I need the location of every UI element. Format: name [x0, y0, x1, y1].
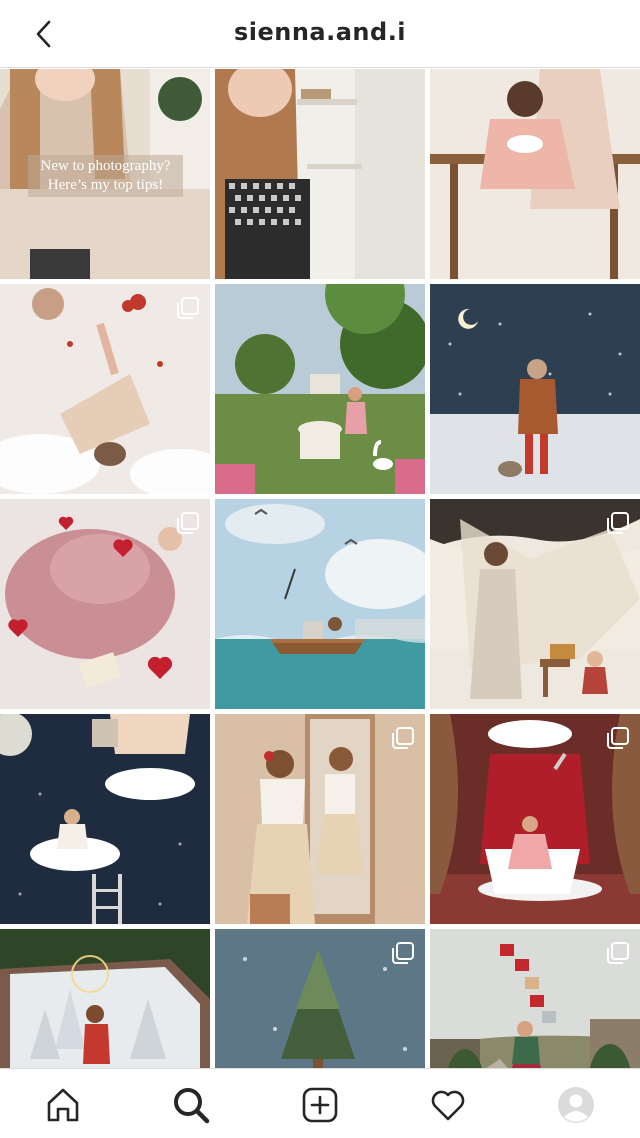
post-tile-10[interactable] [0, 714, 210, 924]
post-image [430, 69, 640, 279]
post-tile-9[interactable] [430, 499, 640, 709]
post-tile-7[interactable] [0, 499, 210, 709]
nav-profile[interactable] [554, 1083, 598, 1127]
nav-activity[interactable] [426, 1083, 470, 1127]
search-icon [174, 1088, 210, 1124]
post-image [0, 714, 210, 924]
bottom-navigation [0, 1068, 640, 1138]
nav-new-post[interactable] [298, 1083, 342, 1127]
home-icon [47, 1088, 79, 1122]
carousel-icon [607, 942, 629, 964]
post-image [215, 284, 425, 494]
post-image [215, 69, 425, 279]
post-tile-3[interactable] [430, 69, 640, 279]
carousel-icon [177, 512, 199, 534]
post-tile-8[interactable] [215, 499, 425, 709]
post-caption-overlay: New to photography? Here’s my top tips! [28, 155, 183, 197]
carousel-icon [392, 727, 414, 749]
post-image [430, 284, 640, 494]
carousel-icon [177, 297, 199, 319]
profile-avatar [558, 1087, 594, 1123]
top-bar: sienna.and.i [0, 0, 640, 68]
post-tile-5[interactable] [215, 284, 425, 494]
carousel-icon [607, 727, 629, 749]
post-tile-12[interactable] [430, 714, 640, 924]
post-tile-6[interactable] [430, 284, 640, 494]
profile-username-title: sienna.and.i [233, 18, 407, 46]
post-tile-1[interactable]: New to photography? Here’s my top tips! [0, 69, 210, 279]
post-tile-11[interactable] [215, 714, 425, 924]
new-post-icon [302, 1087, 338, 1123]
post-tile-4[interactable] [0, 284, 210, 494]
carousel-icon [392, 942, 414, 964]
carousel-icon [607, 512, 629, 534]
activity-heart-icon [431, 1090, 465, 1121]
nav-search[interactable] [169, 1083, 213, 1127]
post-tile-2[interactable] [215, 69, 425, 279]
post-image [215, 499, 425, 709]
nav-home[interactable] [41, 1083, 85, 1127]
